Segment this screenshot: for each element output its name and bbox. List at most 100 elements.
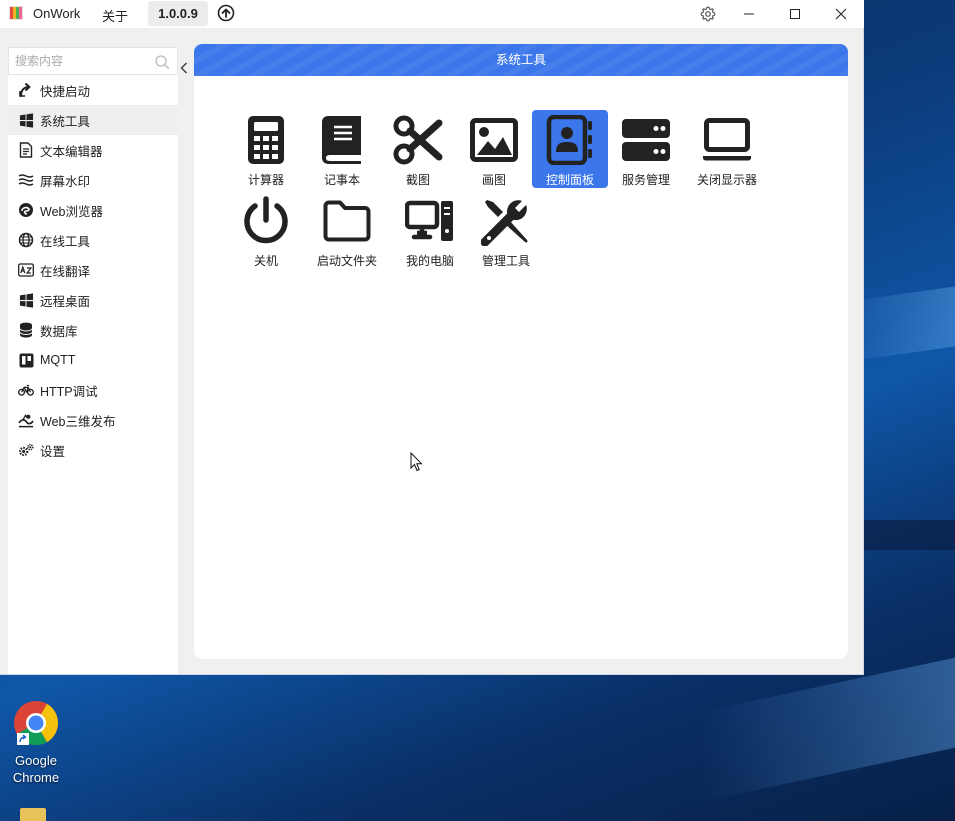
shortcut-icon xyxy=(18,82,34,98)
tool-label: 启动文件夹 xyxy=(316,254,377,268)
tool-label: 关闭显示器 xyxy=(696,173,757,187)
tool-label: 计算器 xyxy=(247,173,284,187)
sidebar-item-text-editor[interactable]: 文本编辑器 xyxy=(8,135,178,165)
translate-icon xyxy=(18,262,34,278)
globe-icon xyxy=(18,232,34,248)
scissors-icon xyxy=(392,114,444,165)
sidebar-item-label: 数据库 xyxy=(40,324,78,339)
sidebar-item-web-browser[interactable]: Web浏览器 xyxy=(8,195,178,225)
settings-button[interactable] xyxy=(686,0,730,28)
server-icon xyxy=(620,114,672,165)
sidebar-item-label: MQTT xyxy=(40,353,76,367)
app-window: OnWork 关于 1.0.0.9 搜索内容 快捷启动 系统工具 文本编辑器 屏… xyxy=(0,0,864,675)
tool-my-computer[interactable]: 我的电脑 xyxy=(402,191,458,269)
search-box[interactable] xyxy=(8,47,178,75)
tool-shutdown[interactable]: 关机 xyxy=(238,191,294,269)
tool-label: 截图 xyxy=(405,173,430,187)
panel-header: 系统工具 xyxy=(194,44,848,76)
shortcut-arrow-icon xyxy=(17,733,29,745)
search-input[interactable] xyxy=(15,52,145,70)
waves-icon xyxy=(18,172,34,188)
tool-service-manager[interactable]: 服务管理 xyxy=(616,110,676,188)
sidebar-item-translate[interactable]: 在线翻译 xyxy=(8,255,178,285)
tool-control-panel[interactable]: 控制面板 xyxy=(532,110,608,188)
tool-paint[interactable]: 画图 xyxy=(466,110,522,188)
calculator-icon xyxy=(240,114,292,165)
board-icon xyxy=(18,352,34,368)
wallpaper-dark-band xyxy=(860,520,955,550)
tool-label: 我的电脑 xyxy=(405,254,454,268)
tool-startup-folder[interactable]: 启动文件夹 xyxy=(314,191,380,269)
folder-icon[interactable] xyxy=(20,808,46,821)
maximize-button[interactable] xyxy=(773,0,817,28)
minimize-button[interactable] xyxy=(727,0,771,28)
windows-icon xyxy=(18,292,34,308)
sidebar-item-settings[interactable]: 设置 xyxy=(8,435,178,465)
sidebar-item-label: 屏幕水印 xyxy=(40,174,91,189)
sidebar-item-quick-launch[interactable]: 快捷启动 xyxy=(8,75,178,105)
windows-icon xyxy=(18,112,34,128)
sidebar-item-label: 设置 xyxy=(40,444,66,459)
tool-calculator[interactable]: 计算器 xyxy=(238,110,294,188)
sidebar-item-remote-desktop[interactable]: 远程桌面 xyxy=(8,285,178,315)
bicycle-icon xyxy=(18,382,34,398)
sidebar-item-label: Web浏览器 xyxy=(40,204,103,219)
app-logo-icon xyxy=(9,6,23,20)
gear-icon xyxy=(700,6,716,22)
sidebar-item-label: 文本编辑器 xyxy=(40,144,103,159)
tool-screenshot[interactable]: 截图 xyxy=(390,110,446,188)
power-icon xyxy=(240,195,292,246)
desktop-icon-chrome[interactable]: Google Chrome xyxy=(4,700,68,790)
chevron-left-icon xyxy=(180,62,187,74)
tool-label: 管理工具 xyxy=(481,254,530,268)
panel-title: 系统工具 xyxy=(495,53,546,67)
sidebar-item-watermark[interactable]: 屏幕水印 xyxy=(8,165,178,195)
sidebar-nav: 快捷启动 系统工具 文本编辑器 屏幕水印 Web浏览器 在线工具 在线翻译 远程… xyxy=(8,75,178,465)
sidebar-item-database[interactable]: 数据库 xyxy=(8,315,178,345)
notebook-icon xyxy=(316,114,368,165)
tool-label: 控制面板 xyxy=(545,173,594,187)
sidebar-item-label: 系统工具 xyxy=(40,114,91,129)
tool-label: 记事本 xyxy=(323,173,360,187)
tools-panel: 系统工具 计算器 记事本 截图 画图 控制面板 服务管理 关闭显示器 关机 启动… xyxy=(194,44,848,659)
sidebar-item-label: 在线工具 xyxy=(40,234,91,249)
tool-label: 画图 xyxy=(481,173,506,187)
folder-icon xyxy=(321,195,373,246)
tool-label: 服务管理 xyxy=(621,173,670,187)
sidebar-item-label: 快捷启动 xyxy=(40,84,91,99)
minimize-icon xyxy=(744,13,754,15)
maximize-icon xyxy=(790,9,800,19)
sidebar-item-online-tools[interactable]: 在线工具 xyxy=(8,225,178,255)
close-icon xyxy=(835,8,847,20)
sidebar-item-system-tools[interactable]: 系统工具 xyxy=(8,105,178,135)
edge-icon xyxy=(18,202,34,218)
mouse-cursor-icon xyxy=(410,452,423,472)
menu-about[interactable]: 关于 xyxy=(102,6,128,25)
tool-monitor-off[interactable]: 关闭显示器 xyxy=(692,110,762,188)
computer-icon xyxy=(404,195,456,246)
desktop-icon-label: Google Chrome xyxy=(12,753,60,785)
sidebar-item-http-debug[interactable]: HTTP调试 xyxy=(8,375,178,405)
tool-admin-tools[interactable]: 管理工具 xyxy=(476,191,536,269)
app-name: OnWork xyxy=(33,6,81,21)
sidebar-item-mqtt[interactable]: MQTT xyxy=(8,345,178,375)
sidebar-item-label: 在线翻译 xyxy=(40,264,91,279)
tools-icon xyxy=(480,195,532,246)
document-icon xyxy=(18,142,34,158)
title-bar[interactable]: OnWork 关于 1.0.0.9 xyxy=(0,0,864,28)
collapse-sidebar-button[interactable] xyxy=(178,60,190,76)
sidebar-item-label: 远程桌面 xyxy=(40,294,91,309)
upgrade-icon[interactable] xyxy=(217,4,235,22)
tool-label: 关机 xyxy=(253,254,278,268)
image-icon xyxy=(468,114,520,165)
search-icon[interactable] xyxy=(154,54,170,70)
monitor-icon xyxy=(701,114,753,165)
version-badge[interactable]: 1.0.0.9 xyxy=(148,1,208,26)
sidebar-item-web-3d-publish[interactable]: Web三维发布 xyxy=(8,405,178,435)
gears-icon xyxy=(18,442,34,458)
sidebar-item-label: Web三维发布 xyxy=(40,414,116,429)
close-button[interactable] xyxy=(819,0,863,28)
contact-book-icon xyxy=(544,114,596,165)
chrome-icon xyxy=(13,700,59,746)
tool-notebook[interactable]: 记事本 xyxy=(314,110,370,188)
